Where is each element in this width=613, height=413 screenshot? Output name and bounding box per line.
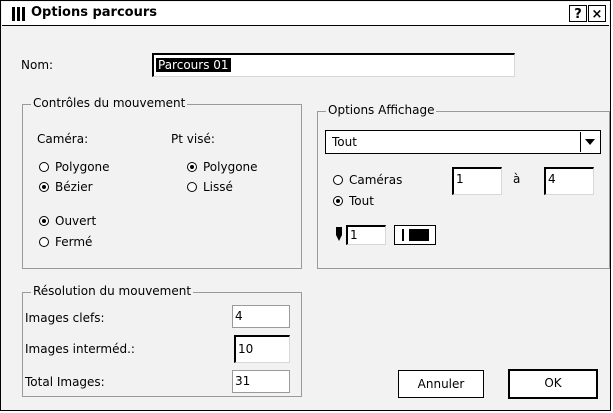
cameras-circle bbox=[333, 175, 343, 185]
cameras-label: Caméras bbox=[349, 173, 403, 187]
ferme-radio[interactable]: Fermé bbox=[39, 235, 92, 249]
ouvert-circle bbox=[39, 216, 49, 226]
close-button[interactable]: × bbox=[588, 5, 606, 22]
tout-radio[interactable]: Tout bbox=[333, 194, 374, 208]
camera-bezier-radio[interactable]: Bézier bbox=[39, 180, 93, 194]
images-intermed-label: Images interméd.: bbox=[25, 342, 135, 356]
cameras-from-input[interactable]: 1 bbox=[452, 167, 502, 195]
line-sample bbox=[402, 229, 404, 241]
affichage-dropdown-value: Tout bbox=[332, 135, 357, 149]
images-intermed-input[interactable]: 10 bbox=[234, 335, 290, 363]
total-images-value: 31 bbox=[232, 370, 290, 393]
camera-bezier-circle bbox=[39, 182, 49, 192]
nom-input[interactable]: Parcours 01 bbox=[152, 53, 515, 77]
ptvise-lisse-label: Lissé bbox=[203, 180, 233, 194]
line-width-input[interactable]: 1 bbox=[346, 225, 386, 245]
camera-polygone-circle bbox=[39, 162, 49, 172]
ptvise-polygone-radio[interactable]: Polygone bbox=[187, 160, 258, 174]
ptvise-polygone-label: Polygone bbox=[203, 160, 258, 174]
ok-button[interactable]: OK bbox=[508, 369, 598, 399]
a-label: à bbox=[513, 172, 521, 186]
affichage-dropdown[interactable]: Tout bbox=[325, 130, 601, 154]
color-picker-button[interactable] bbox=[394, 225, 436, 245]
chevron-down-icon[interactable] bbox=[580, 132, 599, 152]
ferme-circle bbox=[39, 237, 49, 247]
ferme-label: Fermé bbox=[55, 235, 93, 249]
tout-circle bbox=[333, 196, 343, 206]
total-images-label: Total Images: bbox=[25, 375, 105, 389]
title-bar: Options parcours ? × bbox=[2, 2, 609, 26]
resolution-mouvement-title: Résolution du mouvement bbox=[31, 284, 194, 298]
ouvert-radio[interactable]: Ouvert bbox=[39, 214, 96, 228]
cameras-to-input[interactable]: 4 bbox=[544, 167, 594, 195]
nom-label: Nom: bbox=[21, 58, 54, 72]
ptvise-lisse-circle bbox=[187, 182, 197, 192]
nom-value: Parcours 01 bbox=[156, 58, 231, 72]
controles-mouvement-title: Contrôles du mouvement bbox=[31, 96, 188, 110]
annuler-button[interactable]: Annuler bbox=[398, 370, 484, 398]
options-affichage-title: Options Affichage bbox=[326, 103, 437, 117]
options-parcours-dialog: Options parcours ? × Nom: Parcours 01 Co… bbox=[0, 0, 611, 411]
camera-bezier-label: Bézier bbox=[55, 180, 93, 194]
ptvise-polygone-circle bbox=[187, 162, 197, 172]
pen-icon bbox=[336, 227, 342, 241]
window-title: Options parcours bbox=[31, 5, 158, 20]
camera-polygone-radio[interactable]: Polygone bbox=[39, 160, 110, 174]
cameras-radio[interactable]: Caméras bbox=[333, 173, 402, 187]
color-swatch bbox=[409, 229, 429, 241]
camera-polygone-label: Polygone bbox=[55, 160, 110, 174]
images-clefs-value: 4 bbox=[232, 305, 290, 328]
ouvert-label: Ouvert bbox=[55, 214, 97, 228]
app-icon bbox=[12, 7, 26, 21]
tout-label: Tout bbox=[349, 194, 374, 208]
camera-label: Caméra: bbox=[37, 132, 89, 146]
help-button[interactable]: ? bbox=[569, 5, 587, 22]
ptvise-lisse-radio[interactable]: Lissé bbox=[187, 180, 233, 194]
images-clefs-label: Images clefs: bbox=[25, 311, 105, 325]
ptvise-label: Pt visé: bbox=[171, 132, 215, 146]
